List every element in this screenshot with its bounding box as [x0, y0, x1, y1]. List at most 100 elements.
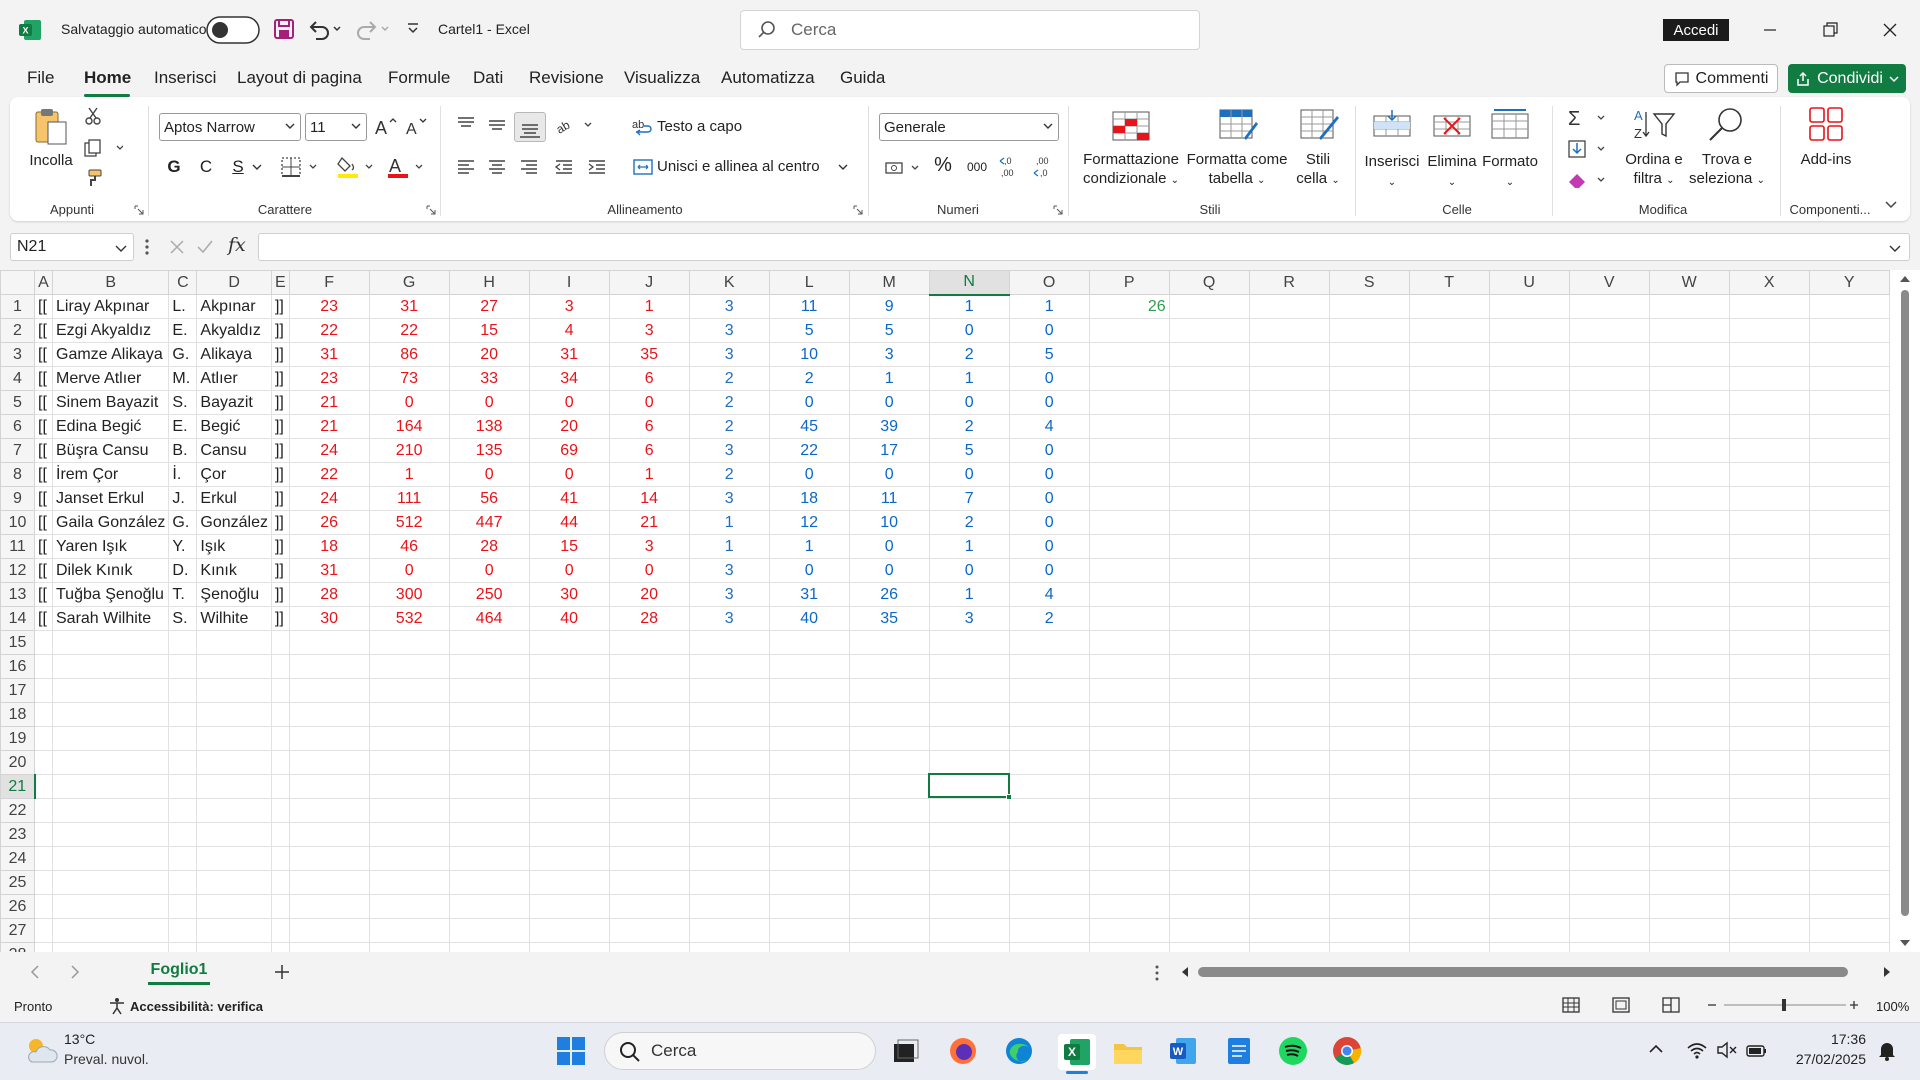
cell[interactable] — [1568, 870, 1650, 895]
cell[interactable]: ]] — [270, 294, 290, 319]
cell[interactable] — [1648, 726, 1730, 751]
cell[interactable] — [1808, 750, 1890, 775]
cell[interactable] — [1728, 510, 1810, 535]
cell[interactable] — [1088, 822, 1170, 847]
cell[interactable] — [688, 894, 770, 919]
cell[interactable]: 40 — [528, 606, 610, 631]
column-header-u[interactable]: U — [1488, 270, 1570, 295]
cell[interactable] — [1408, 366, 1490, 391]
cell[interactable] — [448, 894, 530, 919]
cell[interactable] — [1568, 318, 1650, 343]
cell[interactable] — [1808, 918, 1890, 943]
cell[interactable] — [34, 822, 53, 847]
cell[interactable]: 26 — [1088, 294, 1170, 319]
cell[interactable]: 31 — [288, 342, 370, 367]
cell[interactable] — [528, 894, 610, 919]
cell[interactable] — [368, 702, 450, 727]
cell[interactable] — [288, 702, 370, 727]
cell[interactable] — [1568, 918, 1650, 943]
cell[interactable] — [1728, 894, 1810, 919]
chevron-up-icon[interactable] — [1648, 1043, 1664, 1055]
chevron-down-icon[interactable] — [252, 162, 262, 172]
cell[interactable] — [168, 894, 198, 919]
cell[interactable] — [928, 630, 1010, 655]
cell[interactable]: 11 — [848, 486, 930, 511]
cell[interactable] — [1328, 702, 1410, 727]
cell[interactable] — [768, 894, 850, 919]
cell[interactable] — [1488, 438, 1570, 463]
cell[interactable] — [270, 798, 290, 823]
cell[interactable]: S. — [168, 606, 198, 631]
cell[interactable]: [[ — [34, 438, 53, 463]
cell[interactable] — [1808, 846, 1890, 871]
cell[interactable] — [608, 774, 690, 799]
cell[interactable] — [1328, 486, 1410, 511]
cell[interactable] — [1168, 750, 1250, 775]
cell[interactable] — [1488, 582, 1570, 607]
font-color-icon[interactable]: A — [386, 154, 428, 180]
cell[interactable] — [368, 630, 450, 655]
row-header[interactable]: 7 — [0, 438, 35, 463]
cell[interactable] — [168, 942, 198, 952]
clock-date[interactable]: 27/02/2025 — [1786, 1051, 1866, 1067]
cell[interactable] — [528, 654, 610, 679]
cell[interactable] — [368, 774, 450, 799]
cell[interactable]: 3 — [688, 294, 770, 319]
cell[interactable]: 31 — [528, 342, 610, 367]
italic-button[interactable]: C — [196, 157, 216, 176]
delete-cells-icon[interactable] — [1432, 108, 1472, 142]
cell[interactable] — [1248, 366, 1330, 391]
cell[interactable] — [168, 678, 198, 703]
cell[interactable] — [288, 654, 370, 679]
cell[interactable] — [51, 798, 170, 823]
row-header[interactable]: 12 — [0, 558, 35, 583]
row-header[interactable]: 22 — [0, 798, 35, 823]
cell[interactable] — [1728, 750, 1810, 775]
cell[interactable]: G. — [168, 342, 198, 367]
cell[interactable] — [1648, 486, 1730, 511]
cell[interactable]: B. — [168, 438, 198, 463]
tab-guida[interactable]: Guida — [840, 68, 885, 88]
task-view-icon[interactable] — [892, 1038, 920, 1064]
cell[interactable] — [848, 870, 930, 895]
cell[interactable] — [1408, 414, 1490, 439]
cell[interactable] — [1248, 438, 1330, 463]
cell[interactable]: 9 — [848, 294, 930, 319]
row-header[interactable]: 24 — [0, 846, 35, 871]
cell[interactable] — [1088, 462, 1170, 487]
cell[interactable]: 0 — [928, 390, 1010, 415]
cell[interactable] — [1168, 534, 1250, 559]
cell[interactable]: T. — [168, 582, 198, 607]
vertical-scrollbar[interactable] — [1895, 270, 1915, 952]
cell[interactable] — [1168, 390, 1250, 415]
cell[interactable] — [1808, 822, 1890, 847]
cell[interactable] — [34, 702, 53, 727]
cell[interactable] — [688, 846, 770, 871]
cell[interactable] — [1568, 942, 1650, 952]
cell[interactable]: Yaren Işık — [51, 534, 170, 559]
cell[interactable]: [[ — [34, 414, 53, 439]
cell[interactable] — [1248, 582, 1330, 607]
cell[interactable] — [1808, 606, 1890, 631]
cell[interactable] — [688, 798, 770, 823]
cell[interactable]: 30 — [288, 606, 370, 631]
cell[interactable] — [1008, 942, 1090, 952]
cell[interactable]: Ezgi Akyaldız — [51, 318, 170, 343]
volume-muted-icon[interactable] — [1716, 1040, 1738, 1060]
cell[interactable]: González — [196, 510, 272, 535]
cell[interactable] — [1328, 774, 1410, 799]
cell[interactable] — [1648, 750, 1730, 775]
cell[interactable]: Sinem Bayazit — [51, 390, 170, 415]
cell[interactable] — [168, 630, 198, 655]
cell[interactable] — [1088, 486, 1170, 511]
cell[interactable] — [1568, 606, 1650, 631]
cell[interactable] — [196, 678, 272, 703]
cell[interactable] — [1728, 606, 1810, 631]
cell[interactable] — [270, 894, 290, 919]
cell[interactable] — [1168, 510, 1250, 535]
fill-color-icon[interactable] — [336, 154, 378, 180]
cell[interactable] — [1808, 774, 1890, 799]
cell[interactable] — [528, 774, 610, 799]
cell[interactable] — [1008, 678, 1090, 703]
cell[interactable]: 7 — [928, 486, 1010, 511]
